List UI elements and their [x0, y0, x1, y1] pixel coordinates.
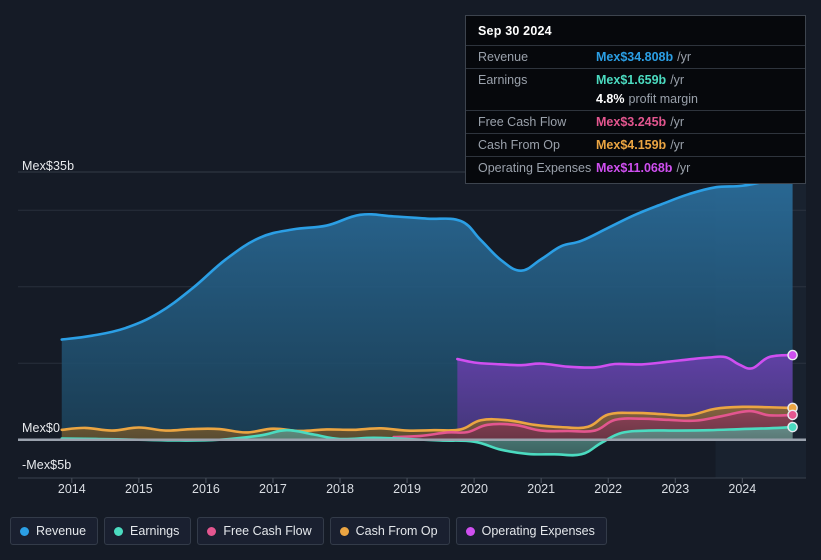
- tooltip-profit-margin-value: 4.8%: [596, 92, 625, 106]
- tooltip-row-cash-from-op: Cash From Op Mex$4.159b/yr: [466, 133, 805, 156]
- tooltip-row-free-cash-flow: Free Cash Flow Mex$3.245b/yr: [466, 110, 805, 133]
- tooltip-rows: Revenue Mex$34.808b/yr Earnings Mex$1.659b /…: [466, 45, 805, 179]
- y-axis-label-top: Mex$35b: [22, 159, 75, 173]
- x-axis-labels: 2014 2015 2016 2017 2018 2019 2020 2021 2022 2023…: [0, 482, 821, 504]
- tooltip-row-earnings: Earnings Mex$1.659b/yr: [466, 68, 805, 91]
- legend-item-label: Free Cash Flow: [223, 524, 312, 538]
- x-axis-tick-2015: 2015: [124, 482, 153, 496]
- tooltip-row-label: Free Cash Flow: [478, 115, 567, 129]
- tooltip-row-label: Earnings: [478, 73, 528, 87]
- data-tooltip: Sep 30 2024 Revenue Mex$34.808b/yr Earning…: [465, 15, 806, 184]
- tooltip-profit-margin-row: 4.8% profit margin: [466, 91, 805, 110]
- chart-legend[interactable]: Revenue Earnings Free Cash Flow Cash From O…: [10, 517, 607, 545]
- x-axis-tick-2024: 2024: [728, 482, 757, 496]
- x-axis-tick-2021: 2021: [527, 482, 556, 496]
- tooltip-row-unit: /yr: [670, 138, 685, 152]
- legend-item-cash-from-op[interactable]: Cash From Op: [329, 517, 450, 545]
- legend-item-operating-expenses[interactable]: Operating Expenses: [455, 517, 607, 545]
- legend-color-dot-icon: [339, 526, 349, 536]
- legend-item-free-cash-flow[interactable]: Free Cash Flow: [197, 517, 324, 545]
- x-axis-tick-2018: 2018: [326, 482, 354, 496]
- legend-item-label: Earnings: [130, 524, 180, 538]
- tooltip-row-unit: /yr: [677, 50, 692, 64]
- x-axis-tick-2017: 2017: [259, 482, 287, 496]
- legend-color-dot-icon: [465, 526, 475, 536]
- x-axis-tick-2016: 2016: [192, 482, 220, 496]
- legend-item-revenue[interactable]: Revenue: [10, 517, 99, 545]
- legend-item-label: Revenue: [36, 524, 87, 538]
- tooltip-row-unit: /yr: [676, 161, 691, 175]
- tooltip-row-label: Operating Expenses: [478, 161, 592, 175]
- tooltip-row-unit: /yr: [670, 73, 685, 87]
- tooltip-row-unit: /yr: [670, 115, 685, 129]
- y-axis-label-negative: -Mex$5b: [22, 458, 72, 472]
- legend-color-dot-icon: [207, 526, 217, 536]
- tooltip-row-label: Cash From Op: [478, 138, 560, 152]
- tooltip-date: Sep 30 2024: [478, 24, 552, 38]
- tooltip-row-revenue: Revenue Mex$34.808b/yr: [466, 45, 805, 68]
- tooltip-row-value: Mex$4.159b: [596, 138, 667, 152]
- legend-item-label: Operating Expenses: [481, 524, 595, 538]
- x-axis-tick-2023: 2023: [661, 482, 690, 496]
- x-axis-tick-2014: 2014: [57, 482, 86, 496]
- x-axis-tick-2022: 2022: [594, 482, 623, 496]
- x-axis-tick-2020: 2020: [460, 482, 489, 496]
- tooltip-row-value: Mex$11.068b: [596, 161, 673, 175]
- x-axis-tick-2019: 2019: [393, 482, 421, 496]
- legend-item-label: Cash From Op: [355, 524, 438, 538]
- legend-item-earnings[interactable]: Earnings: [104, 517, 192, 545]
- legend-color-dot-icon: [114, 526, 124, 536]
- tooltip-row-value: Mex$3.245b: [596, 115, 667, 129]
- tooltip-row-operating-expenses: Operating Expenses Mex$11.068b/yr: [466, 156, 805, 179]
- legend-color-dot-icon: [20, 526, 29, 536]
- tooltip-profit-margin-label: profit margin: [628, 92, 698, 106]
- tooltip-row-value: Mex$1.659b: [596, 73, 667, 87]
- tooltip-row-label: Revenue: [478, 50, 529, 64]
- tooltip-row-value: Mex$34.808b: [596, 50, 674, 64]
- financial-chart-page: Mex$35b Mex$0 -Mex$5b 2014 2015 2016 2017 20…: [0, 0, 821, 560]
- y-axis-label-zero: Mex$0: [22, 421, 61, 435]
